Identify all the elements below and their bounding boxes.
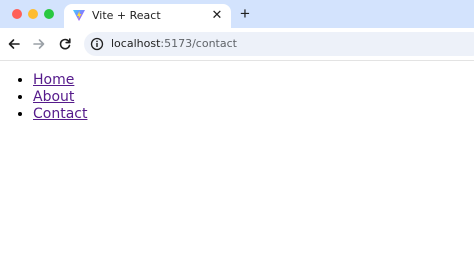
tab-active[interactable]: Vite + React ✕: [64, 4, 231, 28]
list-item: About: [33, 89, 87, 106]
info-icon[interactable]: [90, 37, 104, 51]
nav-link-about[interactable]: About: [33, 89, 74, 105]
vite-logo-icon: [72, 8, 86, 22]
close-tab-icon[interactable]: ✕: [209, 7, 225, 23]
tab-title: Vite + React: [92, 9, 161, 22]
page-content: Home About Contact: [0, 61, 474, 278]
new-tab-button[interactable]: +: [236, 5, 254, 23]
address-bar[interactable]: localhost:5173/contact: [84, 32, 474, 56]
reload-icon[interactable]: [55, 34, 75, 54]
nav-link-contact[interactable]: Contact: [33, 106, 87, 122]
nav-list: Home About Contact: [33, 72, 87, 123]
url-text: localhost:5173/contact: [111, 37, 237, 50]
close-window-button[interactable]: [12, 9, 22, 19]
maximize-window-button[interactable]: [44, 9, 54, 19]
url-path: :5173/contact: [160, 37, 237, 50]
tab-strip: Vite + React ✕ +: [0, 0, 474, 28]
back-arrow-icon[interactable]: [4, 34, 24, 54]
list-item: Home: [33, 72, 87, 89]
url-host: localhost: [111, 37, 161, 50]
browser-toolbar: localhost:5173/contact: [0, 28, 474, 60]
nav-link-home[interactable]: Home: [33, 72, 74, 88]
list-item: Contact: [33, 106, 87, 123]
forward-arrow-icon[interactable]: [29, 34, 49, 54]
minimize-window-button[interactable]: [28, 9, 38, 19]
